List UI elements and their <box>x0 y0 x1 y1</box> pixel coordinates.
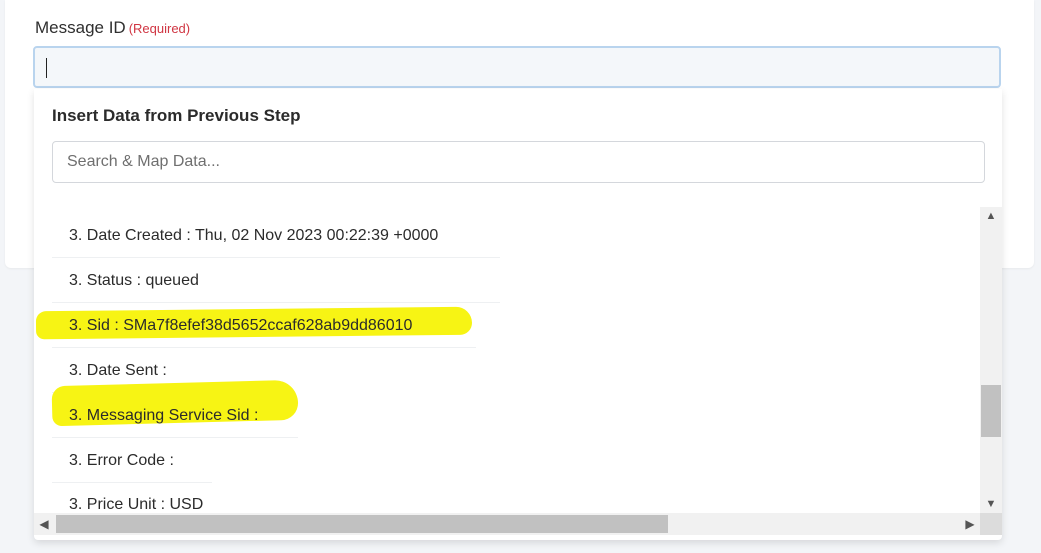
list-item[interactable]: 3. Error Code : <box>52 438 212 483</box>
message-id-input[interactable] <box>33 46 1001 88</box>
scroll-down-icon[interactable]: ▼ <box>980 495 1002 513</box>
horizontal-scroll-thumb[interactable] <box>56 515 668 533</box>
vertical-scrollbar[interactable]: ▲ ▼ <box>980 207 1002 513</box>
list-item-label: 3. Status : queued <box>69 272 199 289</box>
vertical-scroll-thumb[interactable] <box>981 385 1001 437</box>
dropdown-heading: Insert Data from Previous Step <box>52 106 301 125</box>
message-id-label: Message ID (Required) <box>35 18 190 38</box>
scroll-left-icon[interactable]: ◀ <box>34 513 54 535</box>
insert-data-dropdown: Insert Data from Previous Step 3. Date C… <box>34 89 1002 540</box>
list-item-label: 3. Date Sent : <box>69 362 167 379</box>
required-indicator: (Required) <box>128 21 191 36</box>
list-item-label: 3. Date Created : Thu, 02 Nov 2023 00:22… <box>69 227 439 244</box>
list-item-label: 3. Price Unit : USD <box>69 496 204 513</box>
search-map-data-input[interactable] <box>52 141 985 183</box>
list-item-label: 3. Messaging Service Sid : <box>69 407 259 424</box>
message-id-label-text: Message ID <box>35 18 126 37</box>
list-item[interactable]: 3. Status : queued <box>52 258 500 303</box>
list-item[interactable]: 3. Date Created : Thu, 02 Nov 2023 00:22… <box>52 213 500 258</box>
horizontal-scrollbar[interactable]: ◀ ▶ <box>34 513 980 535</box>
scroll-right-icon[interactable]: ▶ <box>960 513 980 535</box>
list-item-label: 3. Error Code : <box>69 452 174 469</box>
list-item[interactable]: 3. Price Unit : USD <box>52 482 212 513</box>
data-list: 3. Date Created : Thu, 02 Nov 2023 00:22… <box>34 207 980 513</box>
scroll-up-icon[interactable]: ▲ <box>980 207 1002 225</box>
text-caret <box>46 58 47 78</box>
scrollbar-corner <box>980 513 1002 535</box>
list-item-label: 3. Sid : SMa7f8efef38d5652ccaf628ab9dd86… <box>69 317 413 334</box>
